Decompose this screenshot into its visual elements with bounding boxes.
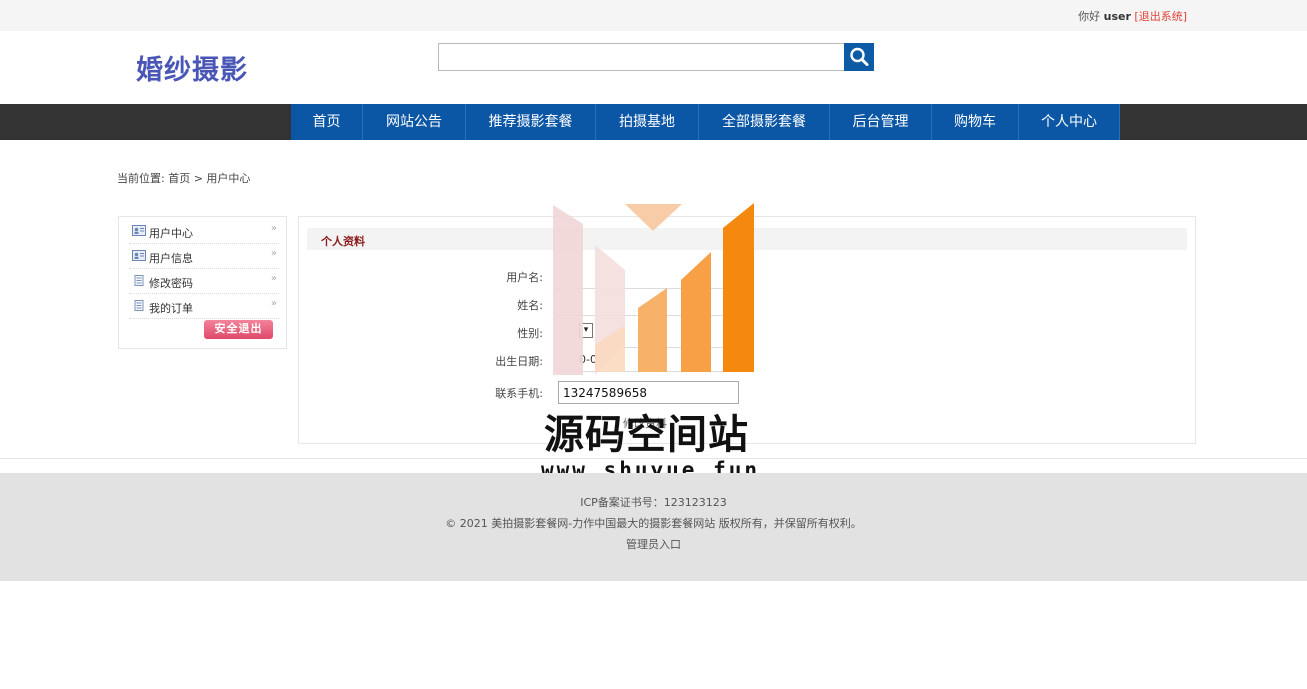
chevron-right-icon: » — [270, 223, 277, 234]
nav-home[interactable]: 首页 — [291, 104, 363, 140]
user-card-icon — [132, 250, 146, 261]
user-sidebar: 用户中心 » 用户信息 » 修改密码 » 我的订单 » 安全退出 — [118, 216, 287, 349]
search-button[interactable] — [844, 43, 874, 71]
nav-cart[interactable]: 购物车 — [932, 104, 1019, 140]
search-icon — [850, 47, 869, 66]
birthdate-label: 出生日期: — [495, 355, 543, 368]
admin-entry-link[interactable]: 管理员入口 — [0, 536, 1307, 552]
chevron-right-icon: » — [270, 298, 277, 309]
footer-copyright: © 2021 美拍摄影套餐网-力作中国最大的摄影套餐网站 版权所有，并保留所有权… — [445, 517, 862, 530]
sidebar-item-label: 用户信息 — [149, 252, 193, 265]
main-nav-bar: 首页 网站公告 推荐摄影套餐 拍摄基地 全部摄影套餐 后台管理 购物车 个人中心 — [0, 104, 1307, 140]
sidebar-item-label: 我的订单 — [149, 302, 193, 315]
sidebar-item-my-orders[interactable]: 我的订单 » — [129, 294, 279, 319]
sidebar-item-change-password[interactable]: 修改密码 » — [129, 269, 279, 294]
search-bar — [438, 43, 874, 71]
chevron-right-icon: » — [270, 248, 277, 259]
username-label: 用户名: — [506, 271, 543, 284]
user-greeting: 你好 user [退出系统] — [1078, 8, 1187, 24]
logout-link[interactable]: [退出系统] — [1134, 10, 1187, 23]
site-logo[interactable]: 婚纱摄影 — [136, 48, 248, 87]
nav-shooting-base[interactable]: 拍摄基地 — [596, 104, 699, 140]
footer-divider — [0, 458, 1307, 459]
panel-title: 个人资料 — [321, 235, 365, 248]
nav-announcements[interactable]: 网站公告 — [363, 104, 466, 140]
phone-input[interactable] — [558, 381, 739, 404]
nav-recommended-packages[interactable]: 推荐摄影套餐 — [466, 104, 596, 140]
document-icon — [134, 300, 144, 311]
user-card-icon — [132, 225, 146, 236]
greeting-text: 你好 — [1078, 10, 1104, 23]
sidebar-item-label: 用户中心 — [149, 227, 193, 240]
footer: ICP备案证书号：123123123 © 2021 美拍摄影套餐网-力作中国最大… — [0, 473, 1307, 581]
nav-all-packages[interactable]: 全部摄影套餐 — [699, 104, 830, 140]
watermark-title: 源码空间站 — [544, 412, 749, 458]
top-bar: 你好 user [退出系统] — [0, 0, 1307, 31]
breadcrumb: 当前位置: 首页 > 用户中心 — [117, 172, 251, 185]
sidebar-item-user-info[interactable]: 用户信息 » — [129, 244, 279, 269]
nav-admin[interactable]: 后台管理 — [830, 104, 932, 140]
safe-exit-button[interactable]: 安全退出 — [204, 320, 273, 339]
phone-label: 联系手机: — [495, 387, 543, 400]
gender-label: 性别: — [517, 327, 543, 340]
sidebar-item-label: 修改密码 — [149, 277, 193, 290]
search-input[interactable] — [438, 43, 845, 71]
name-label: 姓名: — [517, 299, 543, 312]
username: user — [1103, 10, 1131, 23]
main-nav: 首页 网站公告 推荐摄影套餐 拍摄基地 全部摄影套餐 后台管理 购物车 个人中心 — [291, 104, 1120, 140]
chevron-right-icon: » — [270, 273, 277, 284]
nav-personal-center[interactable]: 个人中心 — [1019, 104, 1120, 140]
document-icon — [134, 275, 144, 286]
watermark-logo-icon — [553, 203, 754, 375]
footer-icp: ICP备案证书号：123123123 — [580, 496, 727, 509]
sidebar-item-user-center[interactable]: 用户中心 » — [129, 219, 279, 244]
